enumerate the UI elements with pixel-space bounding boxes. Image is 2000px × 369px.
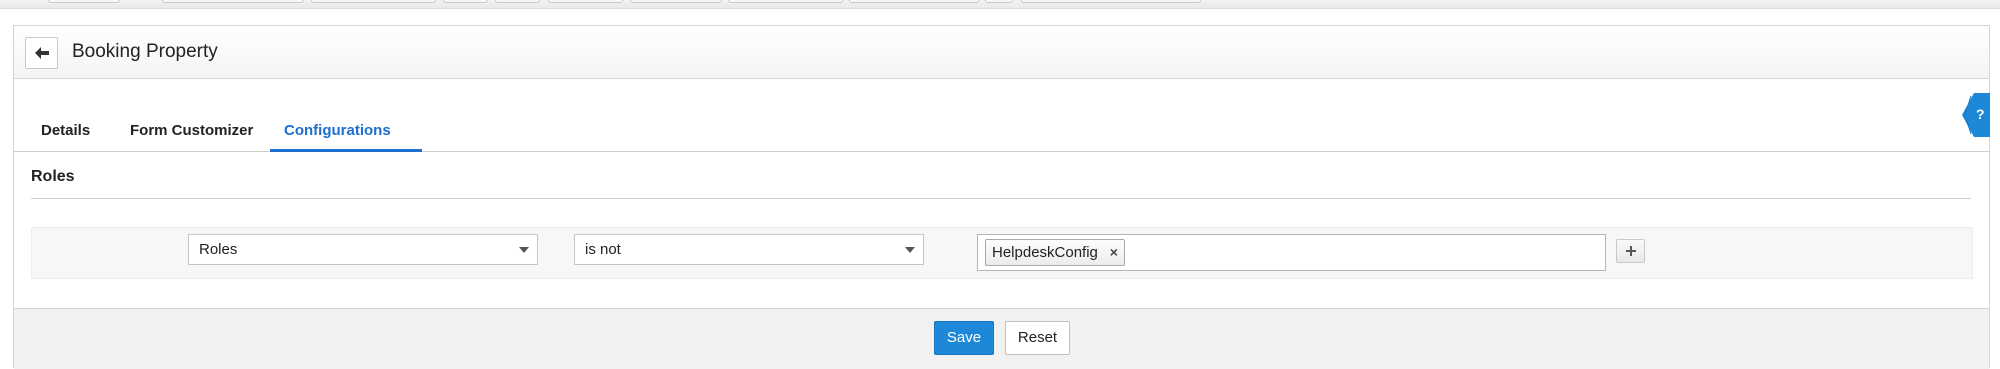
value-tag-label: HelpdeskConfig — [992, 244, 1098, 261]
panel-header: Booking Property — [14, 26, 1989, 79]
plus-icon — [1625, 246, 1636, 256]
chevron-down-icon — [905, 247, 915, 253]
section-divider — [31, 198, 1971, 199]
toolbar-button[interactable] — [849, 0, 979, 3]
toolbar-button[interactable] — [1021, 0, 1201, 3]
tab-details[interactable]: Details — [27, 122, 104, 151]
toolbar-button[interactable] — [548, 0, 623, 3]
top-toolbar-strip — [0, 0, 2000, 9]
operator-select-value: is not — [585, 241, 621, 258]
tab-configurations[interactable]: Configurations — [270, 122, 422, 152]
values-tag-input[interactable]: HelpdeskConfig × — [977, 234, 1606, 271]
value-tag: HelpdeskConfig × — [985, 239, 1125, 266]
close-icon[interactable]: × — [1110, 240, 1118, 265]
toolbar-button[interactable] — [443, 0, 488, 3]
arrow-left-icon — [34, 47, 49, 59]
help-label: ? — [1976, 106, 1985, 122]
reset-button[interactable]: Reset — [1005, 321, 1070, 355]
toolbar-button[interactable] — [630, 0, 722, 3]
toolbar-button[interactable] — [162, 0, 304, 3]
toolbar-button[interactable] — [985, 0, 1013, 3]
condition-row: Roles is not HelpdeskConfig × — [31, 227, 1973, 279]
tab-bar: Details Form Customizer Configurations — [14, 80, 1989, 152]
back-button[interactable] — [25, 37, 58, 69]
help-tab[interactable]: ? — [1962, 93, 1990, 137]
toolbar-button[interactable] — [48, 0, 120, 3]
save-button[interactable]: Save — [934, 321, 994, 355]
operator-select[interactable]: is not — [574, 234, 924, 265]
booking-property-panel: Booking Property Details Form Customizer… — [13, 25, 1990, 369]
field-select-value: Roles — [199, 241, 238, 258]
toolbar-button[interactable] — [495, 0, 540, 3]
add-condition-button[interactable] — [1616, 239, 1645, 263]
page-title: Booking Property — [72, 41, 218, 62]
chevron-down-icon — [519, 247, 529, 253]
tab-form-customizer[interactable]: Form Customizer — [116, 122, 267, 151]
field-select[interactable]: Roles — [188, 234, 538, 265]
toolbar-button[interactable] — [311, 0, 436, 3]
form-footer: Save Reset — [14, 308, 1989, 369]
toolbar-button[interactable] — [728, 0, 843, 3]
section-title: Roles — [31, 168, 75, 185]
